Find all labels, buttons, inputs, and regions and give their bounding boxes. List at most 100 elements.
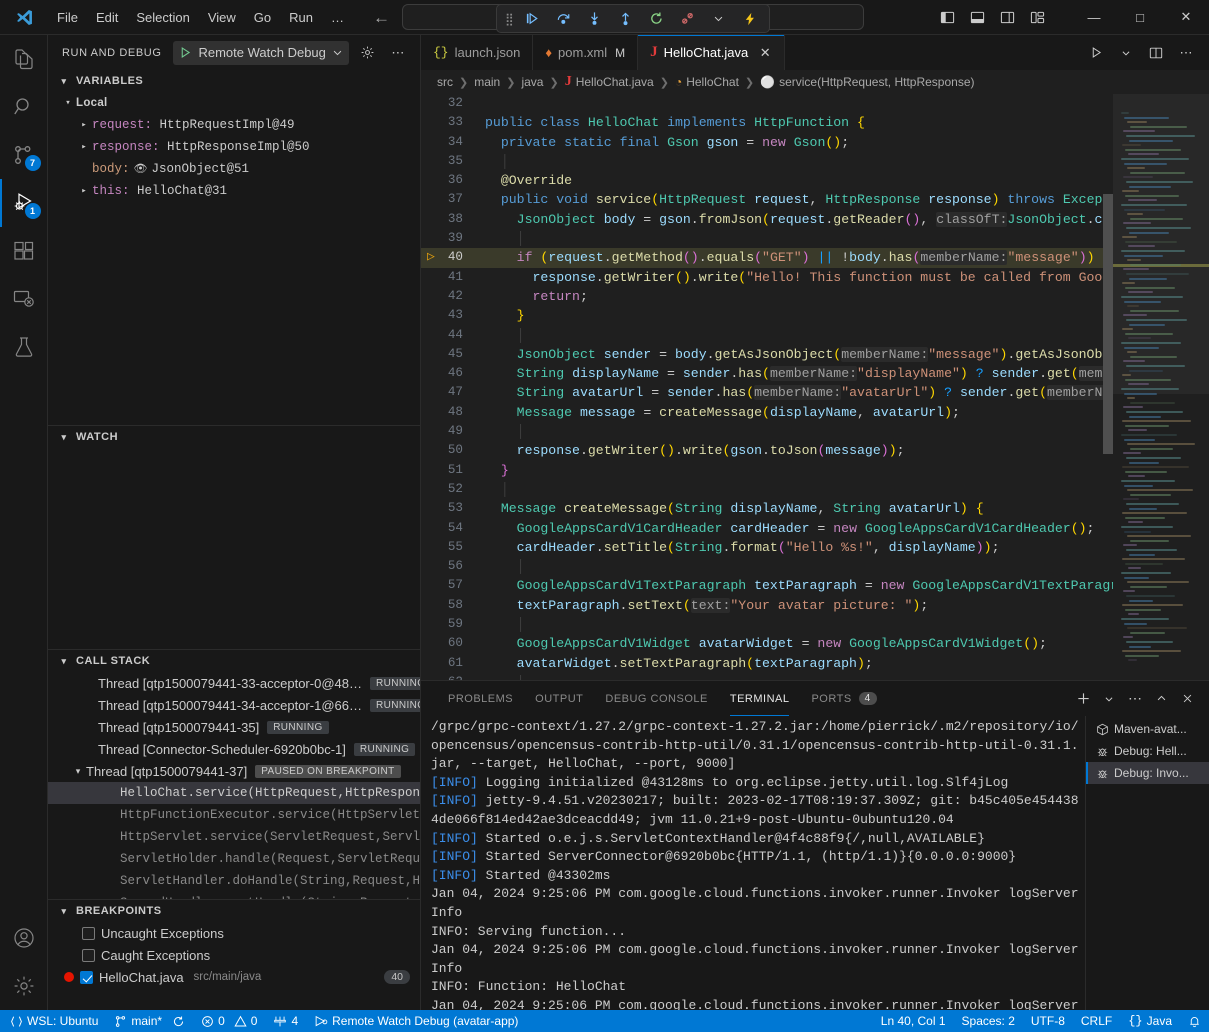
breadcrumb-item-method[interactable]: ⚪ service(HttpRequest, HttpResponse): [760, 75, 974, 89]
restart-button[interactable]: [646, 8, 668, 30]
run-dropdown-chevron-down-icon[interactable]: [1113, 40, 1139, 66]
chevron-right-icon[interactable]: ▸: [76, 142, 92, 152]
variable-row-response[interactable]: ▸ response: HttpResponseImpl@50: [48, 136, 420, 158]
variable-row-body[interactable]: body: 👁 JsonObject@51: [48, 158, 420, 180]
toggle-secondary-sidebar-icon[interactable]: [995, 5, 1019, 29]
activitybar-item-remote-explorer[interactable]: [0, 275, 48, 323]
status-problems[interactable]: 0 0: [193, 1010, 265, 1032]
split-editor-icon[interactable]: [1143, 40, 1169, 66]
chevron-right-icon[interactable]: ▸: [76, 186, 92, 196]
menu-run[interactable]: Run: [280, 6, 322, 29]
start-debug-play-icon[interactable]: [179, 46, 192, 59]
activitybar-item-search[interactable]: [0, 83, 48, 131]
step-over-button[interactable]: [553, 8, 575, 30]
code-editor[interactable]: 32 33public class HelloChat implements H…: [421, 94, 1113, 680]
status-remote-host[interactable]: WSL: Ubuntu: [0, 1010, 106, 1032]
window-close-button[interactable]: ✕: [1163, 0, 1209, 34]
tab-close-icon[interactable]: ✕: [758, 45, 772, 61]
breadcrumb-item-main[interactable]: main: [474, 75, 500, 89]
variable-row-this[interactable]: ▸ this: HelloChat@31: [48, 180, 420, 202]
variables-pane-header[interactable]: ▾ VARIABLES: [48, 70, 420, 92]
new-terminal-plus-icon[interactable]: [1071, 687, 1095, 711]
terminal-item-debug-invoker[interactable]: Debug: Invo...: [1086, 762, 1209, 784]
breakpoint-row-hellochat[interactable]: HelloChat.java src/main/java 40: [48, 966, 420, 988]
menu-selection[interactable]: Selection: [127, 6, 198, 29]
menu-edit[interactable]: Edit: [87, 6, 127, 29]
drag-handle-icon[interactable]: ⣿: [505, 12, 513, 26]
tab-pom-xml[interactable]: ♦ pom.xml M: [533, 35, 638, 70]
breakpoint-dot-icon[interactable]: [64, 972, 74, 982]
arrow-left-icon[interactable]: ←: [373, 9, 390, 26]
callstack-frame-row[interactable]: ServletHandler.doHandle(String,Request,H…: [48, 870, 420, 892]
status-eol[interactable]: CRLF: [1073, 1010, 1120, 1032]
activitybar-item-run-and-debug[interactable]: 1: [0, 179, 48, 227]
launch-configuration-select[interactable]: Remote Watch Debug: [173, 41, 348, 65]
chevron-down-icon[interactable]: [332, 47, 343, 58]
terminal-output[interactable]: /grpc/grpc-context/1.27.2/grpc-context-1…: [421, 716, 1085, 1010]
hot-reload-button[interactable]: [739, 8, 761, 30]
breadcrumb-item-src[interactable]: src: [437, 75, 453, 89]
status-notifications[interactable]: [1180, 1010, 1209, 1032]
continue-button[interactable]: [522, 8, 544, 30]
status-branch[interactable]: main*: [106, 1010, 193, 1032]
minimap[interactable]: [1113, 94, 1209, 680]
disconnect-button[interactable]: [677, 8, 699, 30]
breakpoints-pane-header[interactable]: ▾ BREAKPOINTS: [48, 900, 420, 922]
terminal-profile-chevron-down-icon[interactable]: [1097, 687, 1121, 711]
step-out-button[interactable]: [615, 8, 637, 30]
activitybar-item-manage[interactable]: [0, 962, 48, 1010]
disconnect-dropdown[interactable]: [708, 8, 730, 30]
panel-tab-debug-console[interactable]: DEBUG CONSOLE: [594, 681, 718, 716]
scrollbar-thumb[interactable]: [1103, 194, 1113, 454]
activitybar-item-testing[interactable]: [0, 323, 48, 371]
watch-pane-header[interactable]: ▾ WATCH: [48, 426, 420, 448]
breadcrumb-item-file[interactable]: J HelloChat.java: [565, 74, 654, 90]
terminal-item-debug-hellochat[interactable]: Debug: Hell...: [1086, 740, 1209, 762]
window-maximize-button[interactable]: □: [1117, 0, 1163, 34]
panel-tab-output[interactable]: OUTPUT: [524, 681, 594, 716]
menu-view[interactable]: View: [199, 6, 245, 29]
status-language-mode[interactable]: {} Java: [1120, 1010, 1180, 1032]
sidebar-more-actions-icon[interactable]: ⋯: [387, 42, 409, 64]
editor-vertical-scrollbar[interactable]: [1103, 94, 1113, 680]
panel-more-actions-icon[interactable]: ⋯: [1123, 687, 1147, 711]
status-ports[interactable]: 4: [265, 1010, 306, 1032]
variable-row-request[interactable]: ▸ request: HttpRequestImpl@49: [48, 114, 420, 136]
status-cursor-position[interactable]: Ln 40, Col 1: [873, 1010, 954, 1032]
callstack-frame-row[interactable]: HttpFunctionExecutor.service(HttpServlet…: [48, 804, 420, 826]
chevron-down-icon[interactable]: ▾: [60, 98, 76, 108]
editor-more-actions-icon[interactable]: ⋯: [1173, 40, 1199, 66]
maximize-panel-chevron-up-icon[interactable]: [1149, 687, 1173, 711]
callstack-frame-row[interactable]: ScopedHandler.nextHandle(String,Request,…: [48, 892, 420, 899]
breadcrumb-item-class[interactable]: ◔ HelloChat: [675, 75, 739, 89]
callstack-thread-row[interactable]: Thread [qtp1500079441-35] RUNNING: [48, 716, 420, 738]
breakpoint-checkbox[interactable]: [82, 927, 95, 940]
tab-launch-json[interactable]: {} launch.json: [421, 35, 533, 70]
run-java-button[interactable]: [1083, 40, 1109, 66]
callstack-thread-row[interactable]: Thread [Connector-Scheduler-6920b0bc-1] …: [48, 738, 420, 760]
breadcrumb-item-java[interactable]: java: [521, 75, 543, 89]
callstack-frame-row[interactable]: HttpServlet.service(ServletRequest,Servl…: [48, 826, 420, 848]
panel-tab-ports[interactable]: PORTS 4: [800, 681, 887, 716]
activitybar-item-extensions[interactable]: [0, 227, 48, 275]
activitybar-item-source-control[interactable]: 7: [0, 131, 48, 179]
breakpoint-checkbox[interactable]: [82, 949, 95, 962]
step-into-button[interactable]: [584, 8, 606, 30]
toggle-primary-sidebar-icon[interactable]: [935, 5, 959, 29]
menu-file[interactable]: File: [48, 6, 87, 29]
panel-tab-terminal[interactable]: TERMINAL: [719, 681, 801, 716]
eye-icon[interactable]: 👁: [134, 162, 148, 176]
menu-go[interactable]: Go: [245, 6, 280, 29]
terminal-item-maven[interactable]: Maven-avat...: [1086, 718, 1209, 740]
chevron-down-icon[interactable]: ▾: [70, 766, 86, 777]
customize-layout-icon[interactable]: [1025, 5, 1049, 29]
variable-scope-row[interactable]: ▾ Local: [48, 92, 420, 114]
status-encoding[interactable]: UTF-8: [1023, 1010, 1073, 1032]
debug-settings-gear-icon[interactable]: [357, 42, 379, 64]
window-minimize-button[interactable]: —: [1071, 0, 1117, 34]
callstack-frame-row[interactable]: HelloChat.service(HttpRequest,HttpRespon…: [48, 782, 420, 804]
breakpoint-checkbox[interactable]: [80, 971, 93, 984]
toggle-panel-icon[interactable]: [965, 5, 989, 29]
activitybar-item-accounts[interactable]: [0, 914, 48, 962]
callstack-frame-row[interactable]: ServletHolder.handle(Request,ServletRequ…: [48, 848, 420, 870]
